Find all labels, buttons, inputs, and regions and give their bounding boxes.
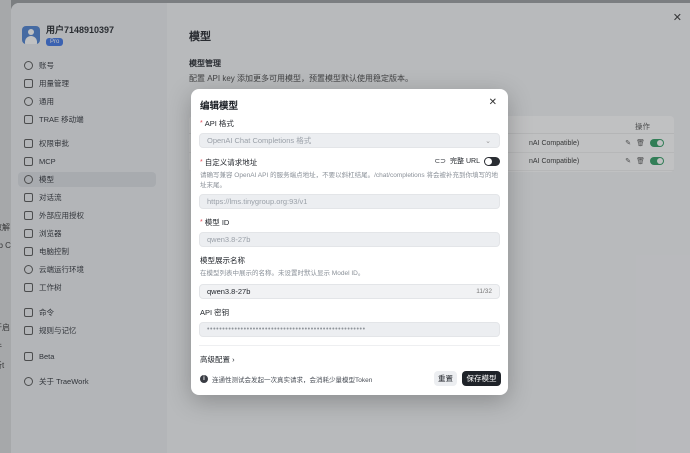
- info-icon: i: [200, 375, 208, 383]
- api-format-select[interactable]: OpenAI Chat Completions 格式 ⌄: [199, 133, 500, 148]
- link-icon: ⊂⊃: [434, 158, 447, 165]
- chevron-right-icon: ›: [232, 355, 235, 364]
- advanced-config-toggle[interactable]: 高级配置 ›: [200, 354, 235, 365]
- masked-key: ••••••••••••••••••••••••••••••••••••••••…: [207, 326, 366, 333]
- chevron-down-icon: ⌄: [485, 138, 491, 145]
- char-counter: 11/32: [476, 288, 492, 295]
- custom-url-hint: 请确写兼容 OpenAI API 的服务端点地址，不要以斜杠结尾。/chat/c…: [200, 172, 498, 189]
- connectivity-info: i 连通性测试会发起一次真实请求，会消耗少量模型Token: [200, 374, 372, 384]
- field-label: 模型展示名称: [200, 256, 245, 265]
- required-mark: *: [200, 159, 203, 166]
- divider: [199, 345, 500, 346]
- api-key-label: API 密钥: [200, 307, 229, 318]
- full-url-toggle[interactable]: ⊂⊃ 完整 URL: [434, 156, 500, 166]
- toggle-label: 完整 URL: [450, 158, 480, 165]
- close-icon[interactable]: ✕: [489, 97, 497, 108]
- custom-url-input[interactable]: https://lms.tinygroup.org:93/v1: [199, 194, 500, 209]
- reset-button[interactable]: 重置: [434, 371, 457, 386]
- display-name-hint: 在模型列表中展示的名称。未设置时默认显示 Model ID。: [200, 270, 365, 277]
- field-label: API 密钥: [200, 308, 230, 317]
- toggle-switch[interactable]: [484, 156, 500, 166]
- dialog-title: 编辑模型: [200, 101, 239, 112]
- api-key-input[interactable]: ••••••••••••••••••••••••••••••••••••••••…: [199, 322, 500, 337]
- info-text: 连通性测试会发起一次真实请求，会消耗少量模型Token: [212, 377, 373, 384]
- field-label: API 格式: [204, 119, 234, 128]
- advanced-label: 高级配置: [200, 355, 230, 364]
- field-label: 模型 ID: [204, 218, 230, 227]
- required-mark: *: [200, 120, 203, 127]
- display-name-label: 模型展示名称: [200, 255, 245, 266]
- required-mark: *: [200, 219, 203, 226]
- input-value: qwen3.8-27b: [207, 235, 251, 244]
- input-value: qwen3.8-27b: [207, 287, 251, 296]
- save-model-button[interactable]: 保存模型: [462, 371, 501, 386]
- input-value: https://lms.tinygroup.org:93/v1: [207, 197, 308, 206]
- custom-url-label: * 自定义请求地址: [200, 157, 257, 168]
- edit-model-dialog: 编辑模型 ✕ * API 格式 OpenAI Chat Completions 格…: [191, 89, 508, 395]
- display-name-input[interactable]: qwen3.8-27b 11/32: [199, 284, 500, 299]
- select-value: OpenAI Chat Completions 格式: [207, 136, 312, 145]
- field-label: 自定义请求地址: [204, 158, 258, 167]
- model-id-input[interactable]: qwen3.8-27b: [199, 232, 500, 247]
- api-format-label: * API 格式: [200, 118, 234, 129]
- model-id-label: * 模型 ID: [200, 217, 229, 228]
